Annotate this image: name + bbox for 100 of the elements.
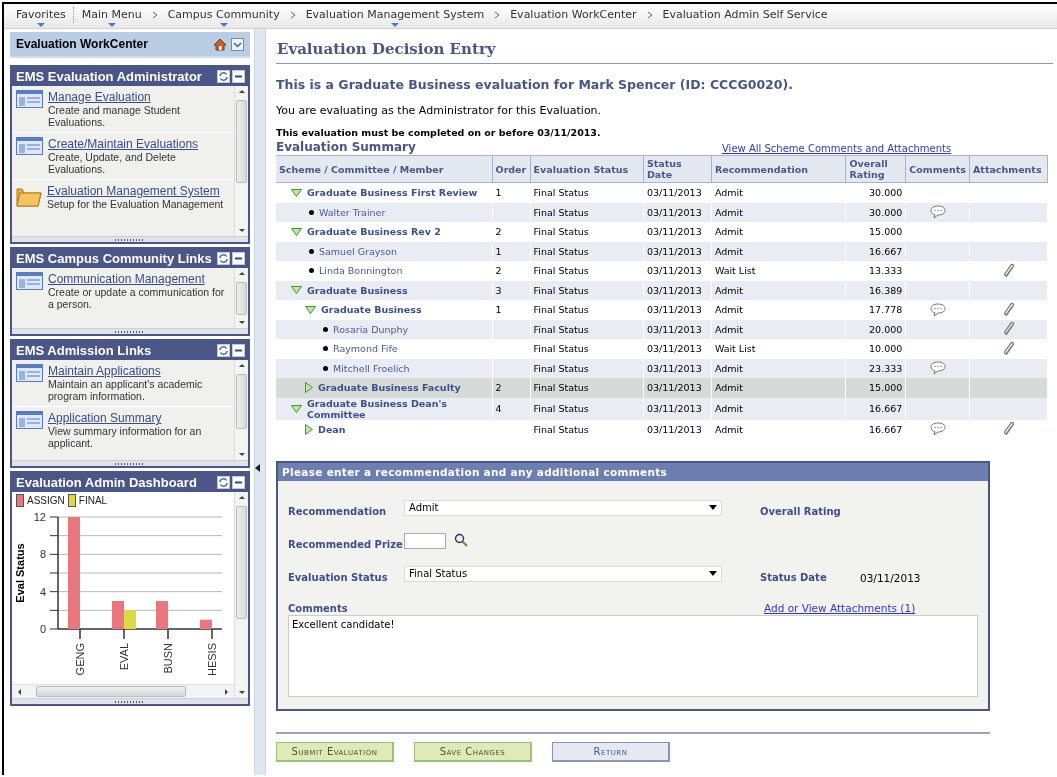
comments-field[interactable]: Excellent candidate! <box>288 615 978 697</box>
link[interactable]: Maintain Applications <box>48 364 232 378</box>
minimize-icon[interactable] <box>232 70 245 83</box>
table-row[interactable]: Linda Bonnington 2 Final Status 03/11/2013 Wait List 13.333 <box>276 261 1048 281</box>
search-icon[interactable] <box>454 532 468 547</box>
tree-link[interactable]: Graduate Business Rev 2 <box>307 226 441 238</box>
table-row[interactable]: Graduate Business Rev 2 2 Final Status 03/11/2013 Admit 15.000 <box>276 222 1048 242</box>
link[interactable]: Manage Evaluation <box>48 90 232 104</box>
minimize-icon[interactable] <box>232 252 245 265</box>
table-row[interactable]: Mitchell Froelich Final Status 03/11/2013 Admit 23.333 <box>276 358 1048 378</box>
breadcrumb-link[interactable]: Campus Community <box>163 4 284 27</box>
column-header: Evaluation Status <box>530 155 644 183</box>
breadcrumb-link[interactable]: Main Menu <box>77 4 146 27</box>
action-button[interactable]: Submit Evaluation <box>276 742 394 762</box>
speech-bubble-icon[interactable] <box>929 361 946 376</box>
refresh-icon[interactable] <box>217 70 230 83</box>
tree-link[interactable]: Graduate Business <box>307 284 408 296</box>
collapsed-arrow-icon[interactable] <box>305 423 313 435</box>
table-row[interactable]: Graduate Business 1 Final Status 03/11/2013 Admit 17.778 <box>276 300 1048 320</box>
scrollbar[interactable] <box>234 268 248 328</box>
table-cell: Final Status <box>530 300 644 320</box>
minimize-icon[interactable] <box>232 476 245 489</box>
minimize-icon[interactable] <box>232 344 245 357</box>
collapsed-arrow-icon[interactable] <box>305 382 313 394</box>
chevron-icon <box>289 11 296 19</box>
tick-label: 0 <box>39 623 46 635</box>
speech-bubble-icon[interactable] <box>929 302 946 317</box>
page-icon <box>16 411 43 429</box>
table-row[interactable]: Graduate Business Faculty 2 Final Status 03/11/2013 Admit 15.000 <box>276 378 1048 398</box>
dropdown[interactable]: Admit <box>404 499 722 516</box>
link[interactable]: View All Scheme Comments and Attachments <box>722 143 952 154</box>
refresh-icon[interactable] <box>217 344 230 357</box>
tree-link[interactable]: Graduate Business <box>321 304 422 316</box>
action-button[interactable]: Return <box>552 742 670 762</box>
action-button[interactable]: Save Changes <box>414 742 532 762</box>
tree-link[interactable]: Graduate Business Faculty <box>318 382 461 394</box>
workcenter-title: Evaluation WorkCenter <box>16 37 149 51</box>
link[interactable]: Application Summary <box>48 411 232 425</box>
table-row[interactable]: Dean Final Status 03/11/2013 Admit 16.667 <box>276 419 1048 439</box>
home-icon[interactable] <box>213 37 227 51</box>
caret-icon[interactable] <box>709 571 717 576</box>
expanded-arrow-icon[interactable] <box>305 305 316 314</box>
table-row[interactable]: Raymond Fife Final Status 03/11/2013 Wait List 10.000 <box>276 339 1048 359</box>
tree-link[interactable]: Mitchell Froelich <box>333 362 410 374</box>
dropdown[interactable]: Final Status <box>404 565 722 582</box>
paperclip-icon[interactable] <box>1002 262 1015 279</box>
speech-bubble-icon[interactable] <box>929 205 946 220</box>
paperclip-icon[interactable] <box>1002 301 1015 318</box>
tree-link[interactable]: Graduate Business Dean's Committee <box>307 397 489 420</box>
page-icon <box>16 90 43 108</box>
tree-link[interactable]: Dean <box>318 423 346 435</box>
scrollbar[interactable] <box>234 492 248 698</box>
breadcrumb-link[interactable]: Favorites <box>12 4 70 27</box>
tree-link[interactable]: Rosaria Dunphy <box>333 323 409 335</box>
input-field[interactable] <box>404 532 446 549</box>
table-cell: 16.667 <box>845 397 906 420</box>
paperclip-icon[interactable] <box>1002 321 1015 338</box>
link[interactable]: Evaluation Management System <box>47 184 224 198</box>
caret-icon[interactable] <box>709 505 717 510</box>
tree-link[interactable]: Walter Trainer <box>319 206 386 218</box>
paperclip-icon[interactable] <box>1002 340 1015 357</box>
table-row[interactable]: Graduate Business Dean's Committee 4 Final Status 03/11/2013 Admit 16.667 <box>276 397 1048 420</box>
table-cell: Admit <box>711 222 846 242</box>
tree-link[interactable]: Raymond Fife <box>333 343 398 355</box>
expanded-arrow-icon[interactable] <box>291 188 302 197</box>
chevron-icon <box>151 11 158 19</box>
link[interactable]: Add or View Attachments (1) <box>764 602 916 614</box>
scrollbar[interactable] <box>12 684 234 698</box>
paperclip-icon[interactable] <box>1002 421 1015 438</box>
scrollbar[interactable] <box>234 360 248 460</box>
table-row[interactable]: Graduate Business 3 Final Status 03/11/2013 Admit 16.389 <box>276 280 1048 300</box>
speech-bubble-icon[interactable] <box>929 422 946 437</box>
resize-handle[interactable] <box>12 328 248 334</box>
resize-handle[interactable] <box>12 236 248 242</box>
expanded-arrow-icon[interactable] <box>291 404 302 413</box>
breadcrumb-link[interactable]: Evaluation WorkCenter <box>506 4 641 27</box>
collapse-icon[interactable] <box>231 37 244 51</box>
link[interactable]: Communication Management <box>48 272 232 286</box>
resize-handle[interactable] <box>12 460 248 466</box>
collapse-arrow-icon[interactable] <box>255 464 260 472</box>
table-cell: Admit <box>711 378 846 398</box>
breadcrumb-link[interactable]: Evaluation Management System <box>301 4 489 27</box>
resize-handle[interactable] <box>12 698 248 704</box>
tree-link[interactable]: Samuel Grayson <box>319 245 398 257</box>
scrollbar[interactable] <box>234 86 248 236</box>
table-cell: 1 <box>492 182 531 203</box>
expanded-arrow-icon[interactable] <box>291 227 302 236</box>
refresh-icon[interactable] <box>217 252 230 265</box>
breadcrumb-link[interactable]: Evaluation Admin Self Service <box>658 4 832 27</box>
expanded-arrow-icon[interactable] <box>291 286 302 295</box>
table-cell: 2 <box>492 378 531 398</box>
table-cell: 03/11/2013 <box>643 182 712 203</box>
refresh-icon[interactable] <box>217 476 230 489</box>
tree-link[interactable]: Graduate Business First Review <box>307 187 478 199</box>
link[interactable]: Create/Maintain Evaluations <box>48 137 232 151</box>
table-cell: Admit <box>711 300 846 320</box>
table-row[interactable]: Samuel Grayson 1 Final Status 03/11/2013 Admit 16.667 <box>276 241 1048 261</box>
tree-link[interactable]: Linda Bonnington <box>319 265 403 277</box>
table-row[interactable]: Walter Trainer Final Status 03/11/2013 Admit 30.000 <box>276 202 1048 222</box>
table-row[interactable]: Rosaria Dunphy Final Status 03/11/2013 Admit 20.000 <box>276 319 1048 339</box>
